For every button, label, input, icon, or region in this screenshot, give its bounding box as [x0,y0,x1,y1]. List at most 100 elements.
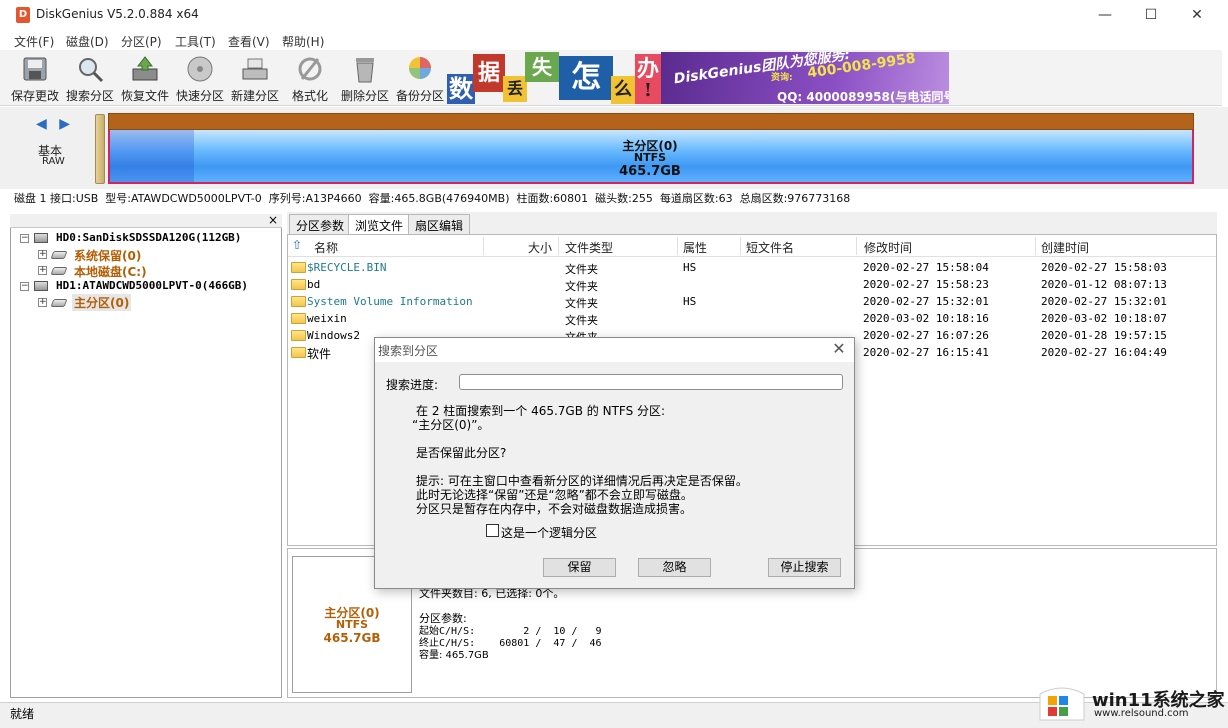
col-size[interactable]: 大小 [528,239,552,256]
col-divider [677,237,678,255]
menu-tools[interactable]: 工具(T) [175,33,216,50]
banner-ad[interactable]: 数 据 丢 失 怎 么 办 ! DiskGenius团队为您服务: 400-00… [447,52,949,104]
dialog-close-button[interactable]: ✕ [829,339,849,358]
disk-map-handle[interactable] [95,114,105,184]
dialog-title-bar [375,338,854,362]
col-divider [740,237,741,255]
file-row[interactable]: weixin 文件夹 2020-03-02 10:18:16 2020-03-0… [289,311,1215,328]
tab-partition-params[interactable]: 分区参数 [289,214,352,234]
expand-icon[interactable]: + [38,250,47,259]
maximize-button[interactable]: ☐ [1128,0,1174,30]
banner-tile-3: 丢 [503,76,527,102]
ignore-button[interactable]: 忽略 [638,558,711,577]
watermark-url: www.relsound.com [1094,708,1189,719]
banner-qq: QQ: 4000089958(与电话同号) [777,90,949,104]
dialog-hint-3: 分区只是暂存在内存中，不会对磁盘数据造成损害。 [416,502,693,516]
col-divider [1035,237,1036,255]
quick-partition-button[interactable]: 快速分区 [172,54,228,104]
menu-disk[interactable]: 磁盘(D) [66,33,109,50]
col-divider [558,237,559,255]
banner-tile-1: 数 [447,74,475,104]
folder-icon [291,262,306,273]
disk-nav-arrows[interactable]: ◀ ▶ [36,116,74,132]
status-text: 就绪 [10,707,35,721]
logical-partition-label[interactable]: 这是一个逻辑分区 [501,524,597,541]
format-button[interactable]: 格式化 [282,54,338,104]
expand-icon[interactable]: + [38,266,47,275]
dialog-question: 是否保留此分区? [416,446,507,460]
col-modified[interactable]: 修改时间 [864,239,912,256]
app-logo-icon: D [16,7,30,23]
new-partition-button[interactable]: 新建分区 [227,54,283,104]
file-row[interactable]: $RECYCLE.BIN 文件夹 HS 2020-02-27 15:58:04 … [289,260,1215,277]
folder-icon [291,279,306,290]
detail-capacity: 容量: 465.7GB [419,650,489,661]
recover-files-button[interactable]: 恢复文件 [117,54,173,104]
search-icon [74,54,106,84]
tree-close-button[interactable]: × [268,213,278,227]
col-created[interactable]: 创建时间 [1041,239,1089,256]
up-folder-icon[interactable]: ⇧ [292,238,302,252]
expand-icon[interactable]: + [38,298,47,307]
col-divider [483,237,484,255]
search-partition-button[interactable]: 搜索分区 [62,54,118,104]
stop-search-button[interactable]: 停止搜索 [768,558,841,577]
disk-format-label: RAW [42,156,65,167]
disk-icon [34,281,48,291]
save-changes-button[interactable]: 保存更改 [7,54,63,104]
backup-icon [404,54,436,84]
partition-bar-size: 465.7GB [619,164,681,179]
disk-info-line: 磁盘 1 接口:USB 型号:ATAWDCWD5000LPVT-0 序列号:A1… [14,192,851,205]
collapse-icon[interactable]: − [20,234,29,243]
backup-partition-button[interactable]: 备份分区 [392,54,448,104]
delete-icon [349,54,381,84]
tab-sector-edit[interactable]: 扇区编辑 [408,214,471,234]
keep-button[interactable]: 保留 [543,558,616,577]
window-title: DiskGenius V5.2.0.884 x64 [36,7,199,21]
tab-browse-files[interactable]: 浏览文件 [348,214,411,234]
partition-bar-header [108,113,1194,130]
tree-header [10,214,282,228]
banner-phone-label: 资询: [771,73,793,83]
minimize-button[interactable]: — [1082,0,1128,30]
partition-bar-fs: NTFS [633,151,667,164]
folder-icon [291,347,306,358]
collapse-icon[interactable]: − [20,282,29,291]
col-attr[interactable]: 属性 [683,239,707,256]
menu-view[interactable]: 查看(V) [228,33,270,50]
watermark-logo-icon [1036,682,1088,722]
banner-tile-8: ! [644,80,652,101]
col-name[interactable]: 名称 [314,239,338,256]
detail-partition-size: 465.7GB [323,631,381,645]
menu-partition[interactable]: 分区(P) [121,33,162,50]
detail-partition-fs: NTFS [335,618,369,631]
new-partition-icon [239,54,271,84]
dialog-message-2: “主分区(0)”。 [412,418,490,432]
banner-tile-6: 么 [611,76,635,104]
col-type[interactable]: 文件类型 [565,239,613,256]
save-icon [19,54,51,84]
file-row[interactable]: System Volume Information 文件夹 HS 2020-02… [289,294,1215,311]
recover-icon [129,54,161,84]
col-divider [856,237,857,255]
file-row[interactable]: bd 文件夹 2020-02-27 15:58:23 2020-01-12 08… [289,277,1215,294]
folder-icon [291,313,306,324]
banner-tile-5: 怎 [559,56,613,100]
folder-icon [291,296,306,307]
folder-icon [291,330,306,341]
banner-tile-2: 据 [473,54,505,92]
menu-file[interactable]: 文件(F) [14,33,54,50]
progress-label: 搜索进度: [386,378,439,392]
logical-partition-checkbox[interactable] [486,524,499,537]
format-icon [294,54,326,84]
disk-icon [34,233,48,243]
search-progress-bar [459,374,843,390]
banner-tile-4: 失 [525,52,559,82]
close-button[interactable]: ✕ [1174,0,1220,30]
dialog-title: 搜索到分区 [378,344,439,358]
col-short-name[interactable]: 短文件名 [746,239,794,256]
quick-partition-icon [184,54,216,84]
delete-partition-button[interactable]: 删除分区 [337,54,393,104]
menu-help[interactable]: 帮助(H) [282,33,324,50]
partition-bar-selection [110,130,194,182]
